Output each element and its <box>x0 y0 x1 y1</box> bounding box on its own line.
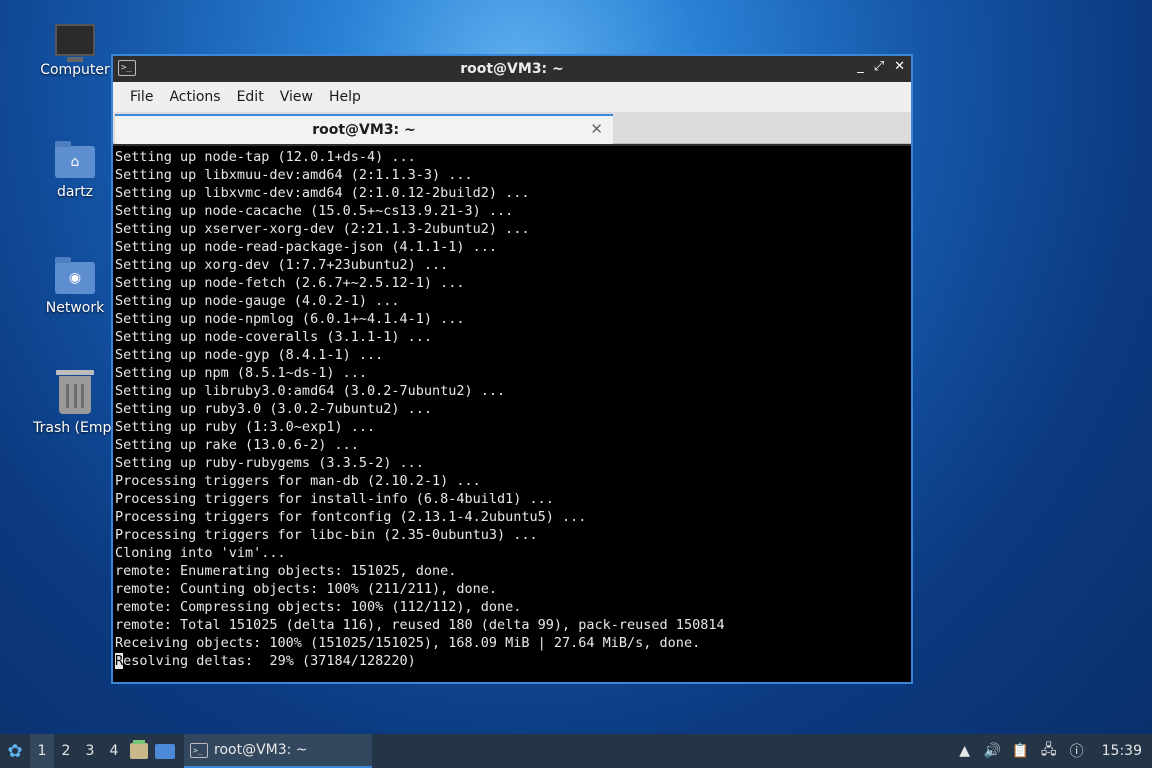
workspace-3[interactable]: 3 <box>78 734 102 768</box>
menu-actions[interactable]: Actions <box>162 85 227 109</box>
menu-view[interactable]: View <box>273 85 320 109</box>
terminal-line: Setting up libxmuu-dev:amd64 (2:1.1.3-3)… <box>115 167 473 183</box>
tab-label: root@VM3: ~ <box>312 122 416 138</box>
terminal-line: remote: Compressing objects: 100% (112/1… <box>115 599 522 615</box>
terminal-line: Setting up libxvmc-dev:amd64 (2:1.0.12-2… <box>115 185 530 201</box>
menu-help[interactable]: Help <box>322 85 368 109</box>
menu-file[interactable]: File <box>123 85 160 109</box>
terminal-lines: Setting up node-tap (12.0.1+ds-4) ... Set… <box>115 148 909 670</box>
terminal-line: Setting up rake (13.0.6-2) ... <box>115 437 359 453</box>
terminal-line: remote: Enumerating objects: 151025, don… <box>115 563 457 579</box>
terminal-line: Setting up ruby-rubygems (3.3.5-2) ... <box>115 455 424 471</box>
terminal-line: Setting up node-tap (12.0.1+ds-4) ... <box>115 149 416 165</box>
volume-icon[interactable]: 🔊 <box>984 742 1002 760</box>
terminal-line: Setting up node-read-package-json (4.1.1… <box>115 239 498 255</box>
terminal-line: Receiving objects: 100% (151025/151025),… <box>115 635 701 651</box>
menu-bar: File Actions Edit View Help <box>113 82 911 112</box>
taskbar-task-terminal[interactable]: >_ root@VM3: ~ <box>184 734 372 768</box>
terminal-line: Setting up xorg-dev (1:7.7+23ubuntu2) ..… <box>115 257 449 273</box>
terminal-line: Processing triggers for install-info (6.… <box>115 491 554 507</box>
terminal-line: Setting up node-fetch (2.6.7+~2.5.12-1) … <box>115 275 465 291</box>
computer-icon <box>55 24 95 62</box>
terminal-line: Setting up node-coveralls (3.1.1-1) ... <box>115 329 432 345</box>
desktop-icon-label: Trash (Empt <box>33 420 117 436</box>
arrow-up-icon[interactable]: ▲ <box>956 742 974 760</box>
taskbar: ✿ 1 2 3 4 >_ root@VM3: ~ ▲ 🔊 📋 🖧 ⓘ 15:39 <box>0 734 1152 768</box>
window-titlebar[interactable]: >_ root@VM3: ~ _ ⤢ ✕ <box>113 56 911 82</box>
network-folder-icon: ◉ <box>55 257 95 294</box>
start-menu-icon[interactable]: ✿ <box>0 734 30 768</box>
desktop-icon-label: Network <box>45 300 105 316</box>
terminal-line: Setting up node-gyp (8.4.1-1) ... <box>115 347 384 363</box>
terminal-line: Cloning into 'vim'... <box>115 545 286 561</box>
terminal-line: remote: Counting objects: 100% (211/211)… <box>115 581 498 597</box>
tab-bar: root@VM3: ~ ✕ <box>113 112 911 144</box>
task-label: root@VM3: ~ <box>214 742 308 758</box>
terminal-window[interactable]: >_ root@VM3: ~ _ ⤢ ✕ File Actions Edit V… <box>111 54 913 684</box>
file-manager-launcher[interactable] <box>126 734 152 768</box>
terminal-line: Setting up libruby3.0:amd64 (3.0.2-7ubun… <box>115 383 506 399</box>
terminal-line: Setting up node-gauge (4.0.2-1) ... <box>115 293 400 309</box>
clock[interactable]: 15:39 <box>1102 743 1142 759</box>
terminal-line: remote: Total 151025 (delta 116), reused… <box>115 617 725 633</box>
update-icon[interactable]: ⓘ <box>1068 742 1086 760</box>
clipboard-icon[interactable]: 📋 <box>1012 742 1030 760</box>
desktop-icon-label: dartz <box>56 184 94 200</box>
terminal-line-text: esolving deltas: 29% (37184/128220) <box>123 653 416 669</box>
terminal-line: Setting up ruby (1:3.0~exp1) ... <box>115 419 376 435</box>
terminal-line: Setting up xserver-xorg-dev (2:21.1.3-2u… <box>115 221 530 237</box>
maximize-button[interactable]: ⤢ <box>874 59 884 74</box>
terminal-line: Setting up ruby3.0 (3.0.2-7ubuntu2) ... <box>115 401 432 417</box>
tab-terminal[interactable]: root@VM3: ~ ✕ <box>115 114 613 144</box>
trash-icon <box>56 370 94 414</box>
terminal-line: Processing triggers for man-db (2.10.2-1… <box>115 473 481 489</box>
terminal-line: Setting up npm (8.5.1~ds-1) ... <box>115 365 367 381</box>
minimize-button[interactable]: _ <box>857 59 864 74</box>
file-manager-icon <box>130 740 148 759</box>
terminal-app-icon[interactable]: >_ <box>118 60 136 76</box>
show-desktop-icon <box>155 743 175 759</box>
terminal-line: Processing triggers for libc-bin (2.35-0… <box>115 527 538 543</box>
desktop-icon-label: Computer <box>40 62 110 78</box>
window-title: root@VM3: ~ <box>460 61 564 77</box>
close-button[interactable]: ✕ <box>894 59 905 74</box>
network-icon[interactable]: 🖧 <box>1040 742 1058 760</box>
system-tray: ▲ 🔊 📋 🖧 ⓘ 15:39 <box>956 742 1152 760</box>
terminal-task-icon: >_ <box>190 742 208 758</box>
show-desktop-launcher[interactable] <box>152 734 178 768</box>
terminal-output[interactable]: Setting up node-tap (12.0.1+ds-4) ... Set… <box>113 146 911 682</box>
workspace-1[interactable]: 1 <box>30 734 54 768</box>
home-folder-icon: ⌂ <box>55 141 95 178</box>
workspace-4[interactable]: 4 <box>102 734 126 768</box>
terminal-line: Setting up node-cacache (15.0.5+~cs13.9.… <box>115 203 514 219</box>
terminal-line: Setting up node-npmlog (6.0.1+~4.1.4-1) … <box>115 311 465 327</box>
terminal-line: Processing triggers for fontconfig (2.13… <box>115 509 587 525</box>
tab-close-icon[interactable]: ✕ <box>590 120 603 138</box>
terminal-line-current: Resolving deltas: 29% (37184/128220) <box>115 652 909 670</box>
terminal-cursor: R <box>115 653 124 669</box>
menu-edit[interactable]: Edit <box>230 85 271 109</box>
workspace-2[interactable]: 2 <box>54 734 78 768</box>
